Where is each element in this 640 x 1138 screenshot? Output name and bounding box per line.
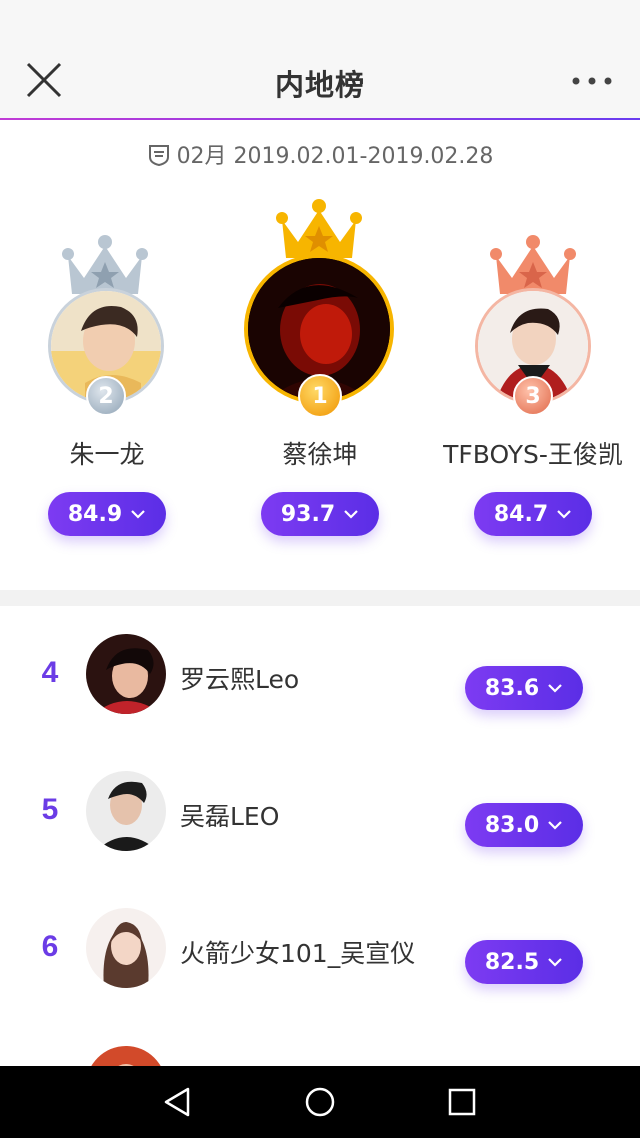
more-button[interactable] bbox=[568, 66, 620, 96]
rank-number: 4 bbox=[41, 656, 59, 689]
close-button[interactable] bbox=[22, 58, 68, 104]
avatar bbox=[86, 634, 166, 714]
back-triangle-icon bbox=[164, 1087, 190, 1117]
score-value: 83.0 bbox=[484, 812, 540, 838]
podium-name-rank-2: 朱一龙 bbox=[69, 440, 145, 469]
score-pill[interactable]: 83.6 bbox=[465, 666, 583, 710]
chevron-down-icon bbox=[548, 684, 562, 693]
list-item-name: 罗云熙Leo bbox=[180, 665, 300, 694]
home-circle-icon bbox=[305, 1087, 335, 1117]
score-pill-rank-1[interactable]: 93.7 bbox=[261, 492, 379, 536]
score-value: 83.6 bbox=[484, 675, 540, 701]
chevron-down-icon bbox=[557, 510, 571, 519]
more-dots-icon bbox=[572, 77, 612, 85]
recents-square-icon bbox=[448, 1088, 476, 1116]
page-title: 内地榜 bbox=[274, 68, 365, 102]
list-item[interactable]: 4 罗云熙Leo 83.6 bbox=[0, 624, 640, 724]
avatar bbox=[86, 1046, 166, 1066]
home-button[interactable] bbox=[302, 1084, 338, 1120]
list-item-partial[interactable] bbox=[0, 1036, 640, 1066]
list-item[interactable]: 6 火箭少女101_吴宣仪 82.5 bbox=[0, 898, 640, 998]
recents-button[interactable] bbox=[444, 1084, 480, 1120]
rank-badge-2: 2 bbox=[86, 376, 126, 416]
rank-badge-3: 3 bbox=[513, 376, 553, 416]
list-item[interactable]: 5 吴磊LEO 83.0 bbox=[0, 761, 640, 861]
back-button[interactable] bbox=[160, 1084, 196, 1120]
chevron-down-icon bbox=[344, 510, 358, 519]
score-value: 84.7 bbox=[493, 501, 549, 527]
score-pill[interactable]: 82.5 bbox=[465, 940, 583, 984]
chevron-down-icon bbox=[548, 958, 562, 967]
score-value: 84.9 bbox=[67, 501, 123, 527]
avatar bbox=[86, 771, 166, 851]
close-icon bbox=[26, 62, 62, 98]
podium-name-rank-1: 蔡徐坤 bbox=[282, 440, 358, 469]
rank-badge-1: 1 bbox=[298, 374, 342, 418]
period-text: 02月 2019.02.01-2019.02.28 bbox=[176, 144, 494, 169]
score-value: 82.5 bbox=[484, 949, 540, 975]
avatar bbox=[86, 908, 166, 988]
list-item-name: 吴磊LEO bbox=[180, 802, 280, 831]
rank-number: 5 bbox=[41, 793, 59, 826]
score-pill-rank-2[interactable]: 84.9 bbox=[48, 492, 166, 536]
app-header: 内地榜 bbox=[0, 0, 640, 120]
score-pill[interactable]: 83.0 bbox=[465, 803, 583, 847]
header-divider bbox=[0, 118, 640, 120]
score-value: 93.7 bbox=[280, 501, 336, 527]
period-range[interactable]: 02月 2019.02.01-2019.02.28 bbox=[0, 138, 640, 169]
chevron-down-icon bbox=[548, 821, 562, 830]
system-navigation-bar bbox=[0, 1066, 640, 1138]
podium-name-rank-3: TFBOYS-王俊凯 bbox=[443, 440, 623, 469]
calendar-shield-icon bbox=[148, 145, 169, 167]
score-pill-rank-3[interactable]: 84.7 bbox=[474, 492, 592, 536]
section-divider bbox=[0, 590, 640, 606]
chevron-down-icon bbox=[131, 510, 145, 519]
rank-number: 6 bbox=[41, 930, 59, 963]
list-item-name: 火箭少女101_吴宣仪 bbox=[180, 939, 416, 968]
